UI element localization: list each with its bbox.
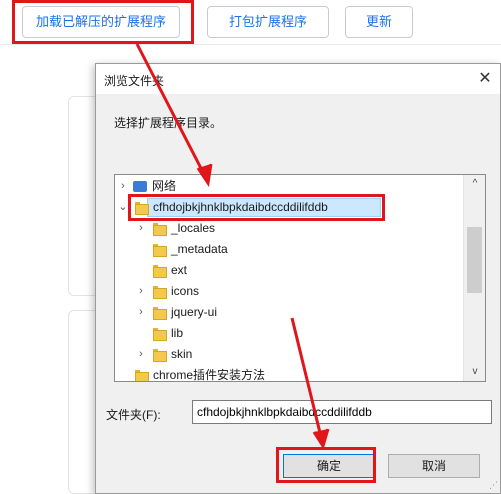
folder-tree[interactable]: › 网络 ⌄ cfhdojbkjhnklbpkdaibdccddilifddb …	[114, 174, 486, 382]
tree-item-label: lib	[171, 326, 184, 340]
tree-item[interactable]: chrome插件安装方法	[115, 365, 463, 382]
tree-item-label: _locales	[171, 221, 216, 235]
tree-item[interactable]: › _locales	[115, 218, 463, 239]
folder-icon	[153, 349, 167, 362]
tree-item-label: _metadata	[171, 242, 228, 256]
tree-item-label: jquery-ui	[171, 305, 218, 319]
folder-field[interactable]	[192, 400, 492, 424]
dialog-title: 浏览文件夹	[104, 74, 165, 88]
close-icon[interactable]: ✕	[470, 64, 500, 94]
load-unpacked-button[interactable]: 加载已解压的扩展程序	[22, 6, 180, 38]
folder-field-label: 文件夹(F):	[106, 408, 161, 422]
chevron-right-icon[interactable]: ›	[135, 344, 147, 365]
chevron-right-icon[interactable]: ›	[135, 218, 147, 239]
tree-item[interactable]: › jquery-ui	[115, 302, 463, 323]
dialog-titlebar: 浏览文件夹 ✕	[96, 64, 500, 94]
tree-item-label: chrome插件安装方法	[153, 368, 266, 382]
folder-icon	[153, 244, 167, 257]
tree-item[interactable]: _metadata	[115, 239, 463, 260]
folder-icon	[153, 286, 167, 299]
tree-item[interactable]: › skin	[115, 344, 463, 365]
chevron-right-icon[interactable]: ›	[135, 281, 147, 302]
ok-button-highlight	[276, 447, 376, 483]
selected-folder-highlight	[128, 194, 385, 221]
toolbar-divider	[0, 44, 501, 45]
vertical-scrollbar[interactable]: ^ v	[463, 175, 485, 381]
cancel-button[interactable]: 取消	[388, 454, 480, 478]
scroll-thumb[interactable]	[467, 227, 482, 293]
scroll-up-icon[interactable]: ^	[464, 175, 485, 193]
folder-icon	[153, 328, 167, 341]
network-icon	[133, 181, 147, 192]
pack-extension-button[interactable]: 打包扩展程序	[207, 6, 329, 38]
tree-item[interactable]: ext	[115, 260, 463, 281]
tree-item-label: ext	[171, 263, 188, 277]
resize-grip-icon[interactable]: ⋰	[489, 480, 498, 491]
folder-icon	[153, 307, 167, 320]
folder-icon	[153, 265, 167, 278]
tree-item-label: icons	[171, 284, 200, 298]
scroll-down-icon[interactable]: v	[464, 363, 485, 381]
dialog-prompt: 选择扩展程序目录。	[114, 116, 223, 130]
folder-icon	[153, 223, 167, 236]
tree-item[interactable]: › icons	[115, 281, 463, 302]
chevron-right-icon[interactable]: ›	[135, 302, 147, 323]
browse-folder-dialog: 浏览文件夹 ✕ 选择扩展程序目录。 › 网络 ⌄ cfhdojbkjhnklbp…	[95, 63, 501, 494]
update-button[interactable]: 更新	[345, 6, 413, 38]
tree-item[interactable]: lib	[115, 323, 463, 344]
tree-item-label: skin	[171, 347, 193, 361]
folder-icon	[135, 370, 149, 381]
